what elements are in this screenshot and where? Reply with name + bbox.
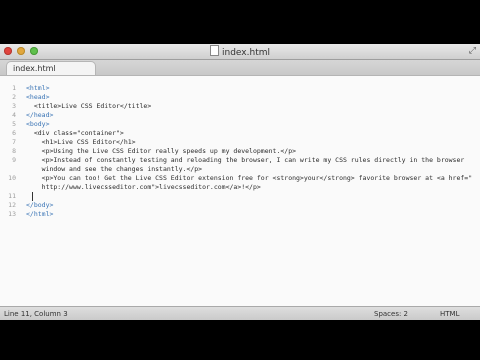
code-line: </html>	[26, 210, 54, 218]
line-number-gutter: 1 2 3 4 5 6 7 8 9 10 11 12 13	[0, 76, 22, 306]
line-number: 1	[12, 84, 16, 92]
editor-window: index.html ⤢ index.html 1 2 3 4 5 6 7 8 …	[0, 44, 480, 320]
indentation-setting[interactable]: Spaces: 2	[374, 307, 408, 320]
line-number: 9	[12, 156, 16, 164]
code-line: <body>	[26, 120, 50, 128]
line-number: 11	[8, 192, 16, 200]
window-title: index.html	[0, 45, 480, 60]
line-number: 7	[12, 138, 16, 146]
line-number: 8	[12, 147, 16, 155]
line-number: 13	[8, 210, 16, 218]
tab-index-html[interactable]: index.html	[6, 61, 96, 75]
syntax-selector[interactable]: HTML	[440, 307, 459, 320]
code-line: http://www.livecsseditor.com">livecssedi…	[26, 183, 261, 191]
line-number: 10	[8, 174, 16, 182]
code-line: <head>	[26, 93, 50, 101]
code-line: <title>Live CSS Editor</title>	[26, 102, 152, 110]
code-line: <div class="container">	[26, 129, 124, 137]
code-line: <p>You can too! Get the Live CSS Editor …	[26, 174, 473, 182]
line-number: 6	[12, 129, 16, 137]
code-line: window and see the changes instantly.</p…	[26, 165, 203, 173]
cursor-position: Line 11, Column 3	[4, 310, 68, 318]
line-number: 4	[12, 111, 16, 119]
code-editor[interactable]: 1 2 3 4 5 6 7 8 9 10 11 12 13 <html> <he…	[0, 76, 480, 306]
tab-bar: index.html	[0, 60, 480, 76]
line-number: 5	[12, 120, 16, 128]
code-line: <h1>Live CSS Editor</h1>	[26, 138, 136, 146]
line-number: 3	[12, 102, 16, 110]
code-line: <p>Instead of constantly testing and rel…	[26, 156, 465, 164]
text-cursor	[32, 192, 33, 201]
code-line: <p>Using the Live CSS Editor really spee…	[26, 147, 297, 155]
code-area[interactable]: <html> <head> <title>Live CSS Editor</ti…	[22, 76, 480, 306]
line-number: 2	[12, 93, 16, 101]
fullscreen-icon[interactable]: ⤢	[469, 46, 476, 57]
document-icon	[210, 45, 219, 56]
title-bar: index.html ⤢	[0, 44, 480, 60]
status-bar: Line 11, Column 3 Spaces: 2 HTML	[0, 306, 480, 320]
code-line: </head>	[26, 111, 54, 119]
window-title-text: index.html	[222, 48, 270, 58]
code-line: <html>	[26, 84, 50, 92]
line-number: 12	[8, 201, 16, 209]
code-line: </body>	[26, 201, 54, 209]
